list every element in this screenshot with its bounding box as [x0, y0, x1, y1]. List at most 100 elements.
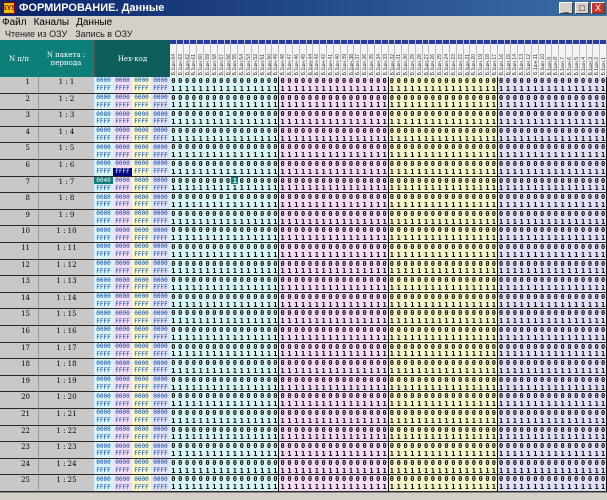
- bit-cell[interactable]: 0: [286, 276, 293, 284]
- hex-cell[interactable]: 0000: [113, 276, 132, 284]
- bit-cell[interactable]: 1: [272, 234, 280, 242]
- bit-cell[interactable]: 0: [566, 193, 573, 201]
- bit-cell[interactable]: 1: [231, 217, 239, 226]
- bit-cell[interactable]: 0: [566, 126, 573, 135]
- bit-cell[interactable]: 0: [572, 160, 580, 168]
- bit-cell[interactable]: 0: [251, 143, 259, 152]
- bit-cell[interactable]: 1: [292, 250, 300, 259]
- bit-cell[interactable]: 0: [279, 193, 287, 201]
- bit-cell[interactable]: 0: [422, 359, 430, 367]
- bit-cell[interactable]: 0: [286, 409, 293, 417]
- bit-cell[interactable]: 1: [190, 449, 198, 458]
- bit-cell[interactable]: 0: [176, 243, 184, 251]
- bit-cell[interactable]: 1: [320, 267, 328, 276]
- bit-cell[interactable]: 1: [600, 466, 607, 475]
- bit-cell[interactable]: 1: [525, 250, 532, 259]
- bit-cell[interactable]: 1: [238, 283, 246, 292]
- bit-cell[interactable]: 0: [286, 392, 293, 401]
- bit-cell[interactable]: 0: [415, 309, 423, 318]
- bit-cell[interactable]: 1: [245, 366, 252, 375]
- bit-cell[interactable]: 1: [429, 101, 437, 110]
- bit-cell[interactable]: 0: [183, 326, 191, 334]
- bit-cell[interactable]: 0: [559, 77, 567, 85]
- bit-cell[interactable]: 0: [368, 93, 375, 102]
- bit-cell[interactable]: 1: [224, 84, 232, 93]
- bit-cell[interactable]: 0: [422, 475, 430, 484]
- bit-cell[interactable]: 1: [224, 449, 232, 458]
- hex-cell[interactable]: FFFF: [151, 217, 170, 226]
- bit-cell[interactable]: 0: [176, 375, 184, 384]
- bit-cell[interactable]: 1: [354, 151, 362, 159]
- bit-cell[interactable]: 1: [429, 416, 437, 425]
- bit-cell[interactable]: 1: [313, 134, 321, 143]
- bit-cell[interactable]: 0: [292, 176, 300, 185]
- bit-cell[interactable]: 1: [600, 416, 607, 425]
- bit-cell[interactable]: 0: [272, 126, 280, 135]
- bit-cell[interactable]: 0: [368, 259, 375, 268]
- bit-cell[interactable]: 1: [333, 416, 341, 425]
- bit-cell[interactable]: 1: [251, 466, 259, 475]
- bit-cell[interactable]: 1: [190, 366, 198, 375]
- bit-cell[interactable]: 1: [538, 416, 546, 425]
- hex-cell[interactable]: FFFF: [151, 167, 170, 176]
- bit-cell[interactable]: 1: [422, 350, 430, 359]
- bit-cell[interactable]: 1: [258, 217, 266, 226]
- bit-cell[interactable]: 0: [354, 259, 362, 268]
- bit-cell[interactable]: 1: [231, 234, 239, 242]
- bit-cell[interactable]: 1: [320, 317, 328, 325]
- bit-cell[interactable]: 0: [463, 475, 471, 484]
- bit-cell[interactable]: 1: [436, 283, 444, 292]
- hex-cell[interactable]: 0000: [151, 77, 170, 85]
- bit-cell[interactable]: 0: [190, 209, 198, 218]
- bit-cell[interactable]: 0: [361, 160, 369, 168]
- bit-cell[interactable]: 0: [490, 442, 498, 450]
- bit-cell[interactable]: 0: [190, 143, 198, 152]
- bit-cell[interactable]: 1: [354, 466, 362, 475]
- bit-cell[interactable]: 1: [327, 101, 334, 110]
- bit-cell[interactable]: 0: [238, 442, 246, 450]
- bit-cell[interactable]: 1: [422, 300, 430, 309]
- bit-cell[interactable]: 1: [245, 300, 252, 309]
- hex-cell[interactable]: 0000: [132, 77, 151, 85]
- bit-cell[interactable]: 1: [333, 200, 341, 209]
- bit-cell[interactable]: 0: [511, 143, 519, 152]
- bit-cell[interactable]: 0: [395, 77, 403, 85]
- bit-cell[interactable]: 1: [525, 483, 532, 491]
- bit-cell[interactable]: 1: [538, 400, 546, 408]
- bit-cell[interactable]: 1: [593, 333, 601, 342]
- bit-cell[interactable]: 1: [511, 400, 519, 408]
- bit-cell[interactable]: 0: [525, 475, 532, 484]
- bit-cell[interactable]: 1: [470, 184, 478, 193]
- bit-cell[interactable]: 0: [306, 292, 314, 301]
- bit-cell[interactable]: 0: [245, 425, 252, 434]
- hex-cell[interactable]: FFFF: [132, 466, 151, 475]
- bit-cell[interactable]: 0: [238, 160, 246, 168]
- bit-cell[interactable]: 0: [340, 176, 348, 185]
- bit-cell[interactable]: 1: [504, 217, 512, 226]
- bit-cell[interactable]: 1: [593, 267, 601, 276]
- bit-cell[interactable]: 1: [340, 151, 348, 159]
- bit-cell[interactable]: 0: [258, 193, 266, 201]
- bit-cell[interactable]: 1: [579, 267, 587, 276]
- bit-cell[interactable]: 0: [531, 326, 539, 334]
- bit-cell[interactable]: 1: [415, 117, 423, 126]
- bit-cell[interactable]: 1: [176, 134, 184, 143]
- bit-cell[interactable]: 0: [265, 93, 273, 102]
- bit-cell[interactable]: 1: [449, 84, 457, 93]
- bit-cell[interactable]: 0: [388, 342, 396, 351]
- bit-cell[interactable]: 0: [572, 259, 580, 268]
- bit-cell[interactable]: 1: [204, 433, 211, 442]
- bit-cell[interactable]: 1: [545, 400, 553, 408]
- bit-cell[interactable]: 1: [470, 466, 478, 475]
- bit-cell[interactable]: 0: [572, 276, 580, 284]
- bit-cell[interactable]: 1: [333, 217, 341, 226]
- bit-cell[interactable]: 1: [436, 449, 444, 458]
- bit-cell[interactable]: 1: [286, 416, 293, 425]
- hex-cell[interactable]: 0000: [94, 126, 113, 135]
- bit-cell[interactable]: 1: [368, 300, 375, 309]
- hex-cell[interactable]: 0000: [151, 375, 170, 384]
- bit-cell[interactable]: 1: [511, 483, 519, 491]
- bit-cell[interactable]: 0: [313, 226, 321, 235]
- bit-cell[interactable]: 0: [552, 375, 560, 384]
- bit-cell[interactable]: 1: [381, 449, 389, 458]
